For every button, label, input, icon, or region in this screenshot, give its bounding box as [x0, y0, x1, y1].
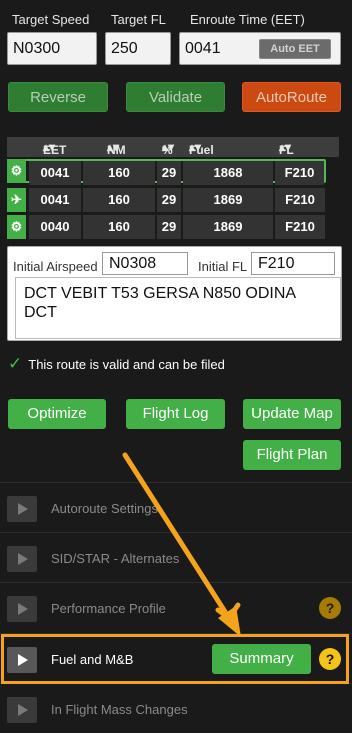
annotation-arrow-icon: [122, 452, 241, 637]
